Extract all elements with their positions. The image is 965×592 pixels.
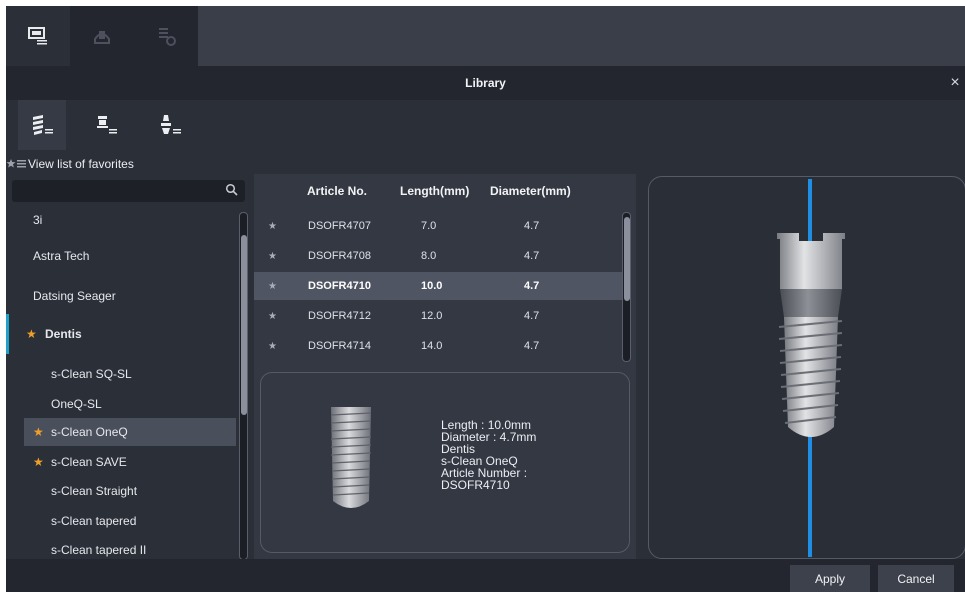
abutment-library-icon[interactable] bbox=[134, 6, 198, 66]
list-item-s-clean-oneq[interactable]: ★ s-Clean OneQ bbox=[24, 418, 236, 446]
detail-article-value: DSOFR4710 bbox=[441, 478, 510, 492]
view-favorites-label: View list of favorites bbox=[28, 157, 134, 171]
favorite-star-icon[interactable]: ★ bbox=[268, 311, 277, 322]
scrollbar-thumb[interactable] bbox=[241, 235, 247, 415]
list-item-s-clean-save[interactable]: ★ s-Clean SAVE bbox=[24, 448, 254, 476]
implant-neck bbox=[780, 289, 842, 317]
preview-viewport[interactable] bbox=[648, 176, 965, 559]
table-header: Article No. Length(mm) Diameter(mm) bbox=[254, 174, 636, 208]
article-table-scrollbar[interactable] bbox=[622, 212, 631, 362]
column-article-no[interactable]: Article No. bbox=[307, 184, 367, 198]
implant-thumbnail-icon bbox=[330, 407, 372, 508]
list-item-astra-tech[interactable]: Astra Tech bbox=[6, 242, 236, 270]
list-item-s-clean-sq-sl[interactable]: s-Clean SQ-SL bbox=[6, 360, 236, 388]
manufacturer-list: 3i Astra Tech Datsing Seager ★ Dentis s-… bbox=[6, 206, 248, 560]
implant-list-icon[interactable] bbox=[18, 100, 66, 150]
favorite-star-icon[interactable]: ★ bbox=[268, 251, 277, 262]
implant-detail-text: Length : 10.0mm Diameter : 4.7mm Dentis … bbox=[441, 419, 536, 491]
list-item-oneq-sl[interactable]: OneQ-SL bbox=[6, 390, 236, 418]
list-item-3i[interactable]: 3i bbox=[6, 206, 236, 234]
dialog-title: Library bbox=[465, 76, 506, 90]
mode-toolbar bbox=[6, 6, 965, 66]
table-row[interactable]: ★ DSOFR4708 8.0 4.7 bbox=[254, 242, 622, 270]
favorite-star-icon[interactable]: ★ bbox=[33, 425, 45, 439]
scrollbar-thumb[interactable] bbox=[624, 217, 630, 301]
library-window: Library × View list of favorites 3i Astr… bbox=[6, 6, 965, 592]
category-tabs bbox=[6, 100, 965, 150]
search-input[interactable] bbox=[12, 180, 245, 202]
apply-button[interactable]: Apply bbox=[790, 565, 870, 592]
view-favorites-link[interactable]: View list of favorites bbox=[6, 154, 134, 174]
table-row[interactable]: ★ DSOFR4712 12.0 4.7 bbox=[254, 302, 622, 330]
implant-library-icon[interactable] bbox=[70, 6, 134, 66]
search-icon[interactable] bbox=[225, 183, 239, 197]
scanbody-list-icon[interactable] bbox=[146, 100, 194, 150]
close-icon[interactable]: × bbox=[945, 66, 965, 100]
column-length[interactable]: Length(mm) bbox=[400, 184, 469, 198]
column-diameter[interactable]: Diameter(mm) bbox=[490, 184, 571, 198]
implant-collar bbox=[777, 233, 845, 289]
cancel-button[interactable]: Cancel bbox=[878, 565, 954, 592]
favorite-star-icon[interactable]: ★ bbox=[268, 281, 277, 292]
implant-detail-panel: Length : 10.0mm Diameter : 4.7mm Dentis … bbox=[254, 364, 636, 559]
list-item-s-clean-straight[interactable]: s-Clean Straight bbox=[6, 477, 236, 505]
implant-3d-preview bbox=[646, 174, 965, 559]
manufacturer-list-scrollbar[interactable] bbox=[239, 212, 248, 560]
monitor-list-icon[interactable] bbox=[6, 6, 70, 66]
table-row-selected[interactable]: ★ DSOFR4710 10.0 4.7 bbox=[254, 272, 622, 300]
table-row[interactable]: ★ DSOFR4707 7.0 4.7 bbox=[254, 212, 622, 240]
table-row[interactable]: ★ DSOFR4714 14.0 4.7 bbox=[254, 332, 622, 360]
favorite-star-icon[interactable]: ★ bbox=[33, 455, 45, 469]
favorite-star-icon[interactable]: ★ bbox=[268, 221, 277, 232]
dialog-footer: Apply Cancel bbox=[6, 559, 965, 592]
dialog-header: Library bbox=[6, 66, 965, 100]
list-item-s-clean-tapered[interactable]: s-Clean tapered bbox=[6, 507, 236, 535]
implant-detail-card: Length : 10.0mm Diameter : 4.7mm Dentis … bbox=[260, 372, 630, 553]
article-table: Article No. Length(mm) Diameter(mm) ★ DS… bbox=[254, 174, 636, 364]
list-item-datsing-seager[interactable]: Datsing Seager bbox=[6, 282, 236, 310]
implant-3d-model bbox=[777, 179, 845, 557]
abutment-list-icon[interactable] bbox=[82, 100, 130, 150]
favorites-list-icon bbox=[6, 159, 26, 168]
list-item-dentis[interactable]: ★ Dentis bbox=[6, 320, 236, 348]
favorite-star-icon[interactable]: ★ bbox=[268, 341, 277, 352]
favorite-star-icon[interactable]: ★ bbox=[26, 327, 38, 341]
